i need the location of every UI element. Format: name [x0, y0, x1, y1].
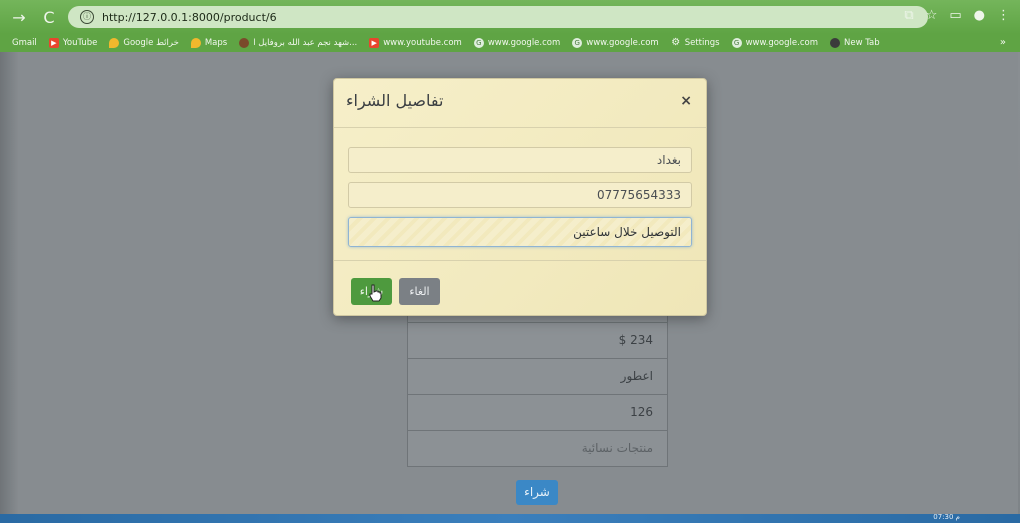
new-tab-icon [829, 38, 840, 48]
star-icon[interactable]: ☆ [926, 8, 938, 23]
bookmark-new-tab[interactable]: New Tab [829, 38, 880, 48]
modal-header: تفاصيل الشراء × [334, 79, 706, 128]
bookmark-youtube-com[interactable]: ▶ www.youtube.com [369, 38, 462, 48]
youtube-icon: ▶ [48, 38, 59, 48]
table-row: منتجات نسائية [408, 431, 667, 467]
bookmark-youtube[interactable]: ▶ YouTube [48, 38, 97, 48]
google-icon: G [731, 38, 742, 48]
back-button[interactable]: → [8, 8, 30, 27]
modal-title: تفاصيل الشراء [346, 91, 444, 110]
screen-bezel [0, 52, 18, 514]
page-buy-button[interactable]: شراء [516, 480, 558, 505]
gear-icon: ⚙ [671, 37, 681, 48]
table-row: 126 [408, 395, 667, 431]
youtube-icon: ▶ [369, 38, 380, 48]
bookmarks-bar: Gmail ▶ YouTube Google خرائط Maps شهد نجم… [0, 34, 1020, 52]
city-field[interactable]: بغداد [348, 147, 692, 173]
install-icon[interactable]: ⧉ [904, 8, 913, 23]
toolbar-right: ⧉ ☆ ▭ ● ⋮ [904, 8, 1010, 23]
taskbar [0, 514, 1020, 523]
notes-field[interactable]: التوصيل خلال ساعتين [348, 217, 692, 247]
bookmark-gmail[interactable]: Gmail [12, 38, 37, 48]
address-bar[interactable]: ⓘ http://127.0.0.1:8000/product/6 [68, 6, 928, 28]
cancel-button[interactable]: الغاء [399, 278, 440, 305]
close-icon[interactable]: × [680, 93, 692, 109]
bookmark-google-maps-ar[interactable]: Google خرائط [109, 38, 179, 48]
bookmark-profile[interactable]: شهد نجم عبد الله بروفايل ا... [239, 38, 357, 48]
screen: → C ⓘ http://127.0.0.1:8000/product/6 ⧉ … [0, 0, 1020, 523]
table-row: اعطور [408, 359, 667, 395]
profile-icon[interactable]: ● [974, 8, 985, 23]
bookmark-google-2[interactable]: Gwww.google.com [572, 38, 659, 48]
profile-bookmark-icon [239, 38, 250, 48]
bookmark-google-3[interactable]: Gwww.google.com [731, 38, 818, 48]
menu-icon[interactable]: ⋮ [997, 8, 1010, 23]
window-icon[interactable]: ▭ [949, 8, 961, 23]
modal-divider [334, 260, 706, 261]
maps-icon [109, 38, 120, 48]
table-row: 234 $ [408, 323, 667, 359]
product-details-table: 234 $ اعطور 126 منتجات نسائية [407, 300, 668, 467]
hand-cursor-icon [369, 284, 382, 302]
info-icon[interactable]: ⓘ [80, 10, 94, 24]
url-text: http://127.0.0.1:8000/product/6 [102, 10, 277, 24]
google-icon: G [473, 38, 484, 48]
bookmark-settings[interactable]: ⚙ Settings [671, 37, 719, 49]
phone-field[interactable]: 07775654333 [348, 182, 692, 208]
reload-button[interactable]: C [38, 8, 60, 27]
bookmark-maps[interactable]: Maps [190, 38, 227, 48]
bookmarks-more-button[interactable]: » [1000, 34, 1006, 52]
google-icon: G [572, 38, 583, 48]
bookmark-google-1[interactable]: Gwww.google.com [473, 38, 560, 48]
purchase-details-modal: تفاصيل الشراء × بغداد 07775654333 التوصي… [333, 78, 707, 316]
maps-icon [190, 38, 201, 48]
taskbar-clock: 07:30 م [933, 513, 960, 521]
